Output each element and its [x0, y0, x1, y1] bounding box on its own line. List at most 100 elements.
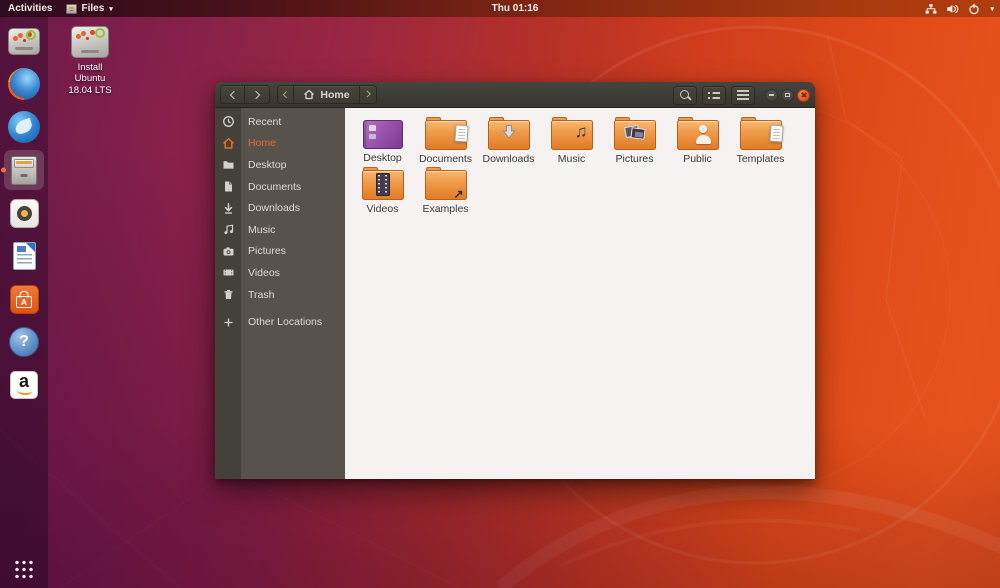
list-view-icon [708, 92, 720, 99]
system-indicators[interactable]: ▾ [925, 0, 994, 17]
dock-item-libreoffice-writer[interactable] [4, 236, 44, 276]
home-icon [215, 137, 241, 150]
files-icon [11, 156, 37, 185]
firefox-icon [8, 68, 40, 100]
music-note-icon: ♫ [575, 122, 588, 142]
pathbar: Home [277, 85, 377, 104]
thunderbird-icon [8, 111, 40, 143]
maximize-button[interactable] [781, 89, 794, 102]
desktop-icon-install-ubuntu[interactable]: Install Ubuntu 18.04 LTS [56, 26, 124, 96]
desktop: Activities Files ▾ Thu 01:16 ▾ [0, 0, 1000, 588]
search-button[interactable] [673, 86, 697, 105]
desktop-icon-label: Install Ubuntu 18.04 LTS [68, 62, 111, 96]
app-menu-label: Files [81, 3, 104, 14]
files-window: Home Recent [215, 82, 815, 479]
sidebar-item-trash[interactable]: Trash [215, 284, 345, 306]
plus-icon [215, 316, 241, 329]
close-button[interactable] [797, 89, 810, 102]
sidebar-item-downloads[interactable]: Downloads [215, 197, 345, 219]
sidebar-item-recent[interactable]: Recent [215, 111, 345, 133]
sidebar-item-music[interactable]: Music [215, 219, 345, 241]
pathbar-location-label: Home [320, 89, 349, 101]
video-icon [215, 266, 241, 279]
forward-button[interactable] [245, 86, 269, 103]
pathbar-scroll-left-button[interactable] [278, 86, 294, 103]
desktop-folder-icon [363, 120, 403, 149]
download-icon [215, 202, 241, 215]
film-strip-icon [376, 173, 390, 196]
chevron-down-icon: ▾ [109, 5, 113, 13]
folder-item-pictures[interactable]: Pictures [603, 115, 666, 165]
app-menu[interactable]: Files ▾ [66, 3, 112, 14]
dock-item-ubuntu-installer[interactable] [4, 21, 44, 61]
shortcut-arrow-icon: ↗ [453, 188, 463, 200]
pathbar-home-button[interactable]: Home [294, 86, 360, 103]
volume-icon [946, 3, 959, 15]
chevron-left-icon [283, 91, 289, 97]
top-bar: Activities Files ▾ Thu 01:16 ▾ [0, 0, 1000, 17]
files-app-icon [66, 4, 77, 14]
libreoffice-writer-icon [13, 242, 36, 270]
ubuntu-software-icon: A [10, 285, 39, 314]
folder-item-documents[interactable]: Documents [414, 115, 477, 165]
folder-item-music[interactable]: ♫ Music [540, 115, 603, 165]
examples-folder-icon: ↗ [425, 170, 467, 200]
back-button[interactable] [221, 86, 245, 103]
window-controls [765, 89, 810, 102]
documents-folder-icon [425, 120, 467, 150]
folder-item-templates[interactable]: Templates [729, 115, 792, 165]
folder-icon [215, 158, 241, 171]
folder-item-downloads[interactable]: Downloads [477, 115, 540, 165]
downloads-folder-icon [488, 120, 530, 150]
minimize-icon [769, 94, 774, 96]
chevron-left-icon [229, 90, 237, 98]
chevron-right-icon [364, 91, 370, 97]
home-icon [303, 89, 315, 100]
pictures-folder-icon [614, 120, 656, 150]
sidebar: Recent Home Desktop Documents [215, 108, 345, 479]
dock-item-help[interactable]: ? [4, 322, 44, 362]
activities-button[interactable]: Activities [8, 3, 52, 14]
folder-item-public[interactable]: Public [666, 115, 729, 165]
trash-icon [215, 288, 241, 301]
close-icon [801, 92, 807, 98]
file-grid: Desktop Documents Downloads ♫ Music [345, 108, 815, 479]
ubuntu-installer-icon [8, 28, 40, 55]
show-applications-button[interactable] [14, 559, 35, 580]
maximize-icon [785, 93, 790, 98]
dock-item-rhythmbox[interactable] [4, 193, 44, 233]
dock-item-files[interactable] [4, 150, 44, 190]
dock-item-firefox[interactable] [4, 64, 44, 104]
search-icon [679, 89, 692, 102]
folder-item-videos[interactable]: Videos [351, 165, 414, 215]
rhythmbox-icon [10, 199, 39, 228]
sidebar-item-videos[interactable]: Videos [215, 262, 345, 284]
dock-item-thunderbird[interactable] [4, 107, 44, 147]
power-icon [968, 3, 980, 15]
videos-folder-icon [362, 170, 404, 200]
dock-item-amazon[interactable]: a [4, 365, 44, 405]
network-icon [925, 3, 937, 15]
headerbar[interactable]: Home [215, 82, 815, 108]
folder-item-desktop[interactable]: Desktop [351, 115, 414, 165]
person-icon [696, 125, 711, 144]
music-folder-icon: ♫ [551, 120, 593, 150]
document-icon [215, 180, 241, 193]
templates-folder-icon [740, 120, 782, 150]
music-icon [215, 223, 241, 236]
sidebar-item-pictures[interactable]: Pictures [215, 241, 345, 263]
sidebar-item-home[interactable]: Home [215, 133, 345, 155]
chevron-right-icon [252, 90, 260, 98]
dock-item-ubuntu-software[interactable]: A [4, 279, 44, 319]
minimize-button[interactable] [765, 89, 778, 102]
sidebar-item-documents[interactable]: Documents [215, 176, 345, 198]
pathbar-scroll-right-button[interactable] [360, 86, 376, 103]
folder-item-examples[interactable]: ↗ Examples [414, 165, 477, 215]
clock[interactable]: Thu 01:16 [492, 0, 539, 17]
menu-button[interactable] [731, 86, 755, 105]
sidebar-item-desktop[interactable]: Desktop [215, 154, 345, 176]
public-folder-icon [677, 120, 719, 150]
sidebar-item-other-locations[interactable]: Other Locations [215, 311, 345, 333]
amazon-icon: a [10, 371, 38, 399]
view-toggle-button[interactable] [702, 86, 726, 105]
